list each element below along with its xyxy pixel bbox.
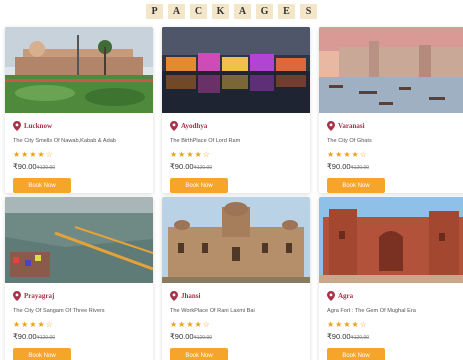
heading-letter: S xyxy=(300,4,317,19)
book-now-button[interactable]: Book Now xyxy=(327,178,385,193)
map-pin-icon xyxy=(13,291,21,301)
package-price: ₹90.00₹120.00 xyxy=(13,162,146,171)
package-city: Agra xyxy=(338,292,354,300)
package-card-agra: Agra Agra Fort : The Gem Of Mughal Era ★… xyxy=(319,197,463,360)
package-image-ayodhya xyxy=(162,27,310,113)
book-now-button[interactable]: Book Now xyxy=(13,178,71,193)
package-price: ₹90.00₹120.00 xyxy=(170,332,303,341)
map-pin-icon xyxy=(13,121,21,131)
heading-letter: G xyxy=(256,4,273,19)
heading-letter: K xyxy=(212,4,229,19)
heading-letter: A xyxy=(234,4,251,19)
book-now-button[interactable]: Book Now xyxy=(170,348,228,360)
current-price: ₹90.00 xyxy=(170,332,194,341)
current-price: ₹90.00 xyxy=(170,162,194,171)
package-card-ayodhya: Ayodhya The BirthPlace Of Lord Ram ★★★★☆… xyxy=(162,27,310,193)
package-description: Agra Fort : The Gem Of Mughal Era xyxy=(327,308,416,314)
package-city: Ayodhya xyxy=(181,122,208,130)
section-heading: P A C K A G E S xyxy=(0,4,463,19)
rating-stars: ★★★★☆ xyxy=(13,320,54,329)
map-pin-icon xyxy=(327,121,335,131)
old-price: ₹120.00 xyxy=(36,335,56,341)
rating-stars: ★★★★☆ xyxy=(170,320,211,329)
rating-stars: ★★★★☆ xyxy=(327,150,368,159)
map-pin-icon xyxy=(170,121,178,131)
package-city: Lucknow xyxy=(24,122,53,130)
package-card-prayagraj: Prayagraj The City Of Sangam Of Three Ri… xyxy=(5,197,153,360)
book-now-button[interactable]: Book Now xyxy=(13,348,71,360)
package-card-varanasi: Varanasi The City Of Ghats ★★★★☆ ₹90.00₹… xyxy=(319,27,463,193)
old-price: ₹120.00 xyxy=(193,335,213,341)
current-price: ₹90.00 xyxy=(327,162,351,171)
heading-letter: C xyxy=(190,4,207,19)
heading-letter: A xyxy=(168,4,185,19)
package-city: Jhansi xyxy=(181,292,201,300)
package-price: ₹90.00₹120.00 xyxy=(170,162,303,171)
package-image-varanasi xyxy=(319,27,463,113)
package-price: ₹90.00₹120.00 xyxy=(13,332,146,341)
package-city: Prayagraj xyxy=(24,292,55,300)
map-pin-icon xyxy=(170,291,178,301)
package-card-lucknow: Lucknow The City Smells Of Nawab,Kabab &… xyxy=(5,27,153,193)
package-description: The WorkPlace Of Rani Laxmi Bai xyxy=(170,308,255,314)
book-now-button[interactable]: Book Now xyxy=(327,348,385,360)
rating-stars: ★★★★☆ xyxy=(170,150,211,159)
package-description: The City Of Ghats xyxy=(327,138,372,144)
package-city: Varanasi xyxy=(338,122,365,130)
package-image-lucknow xyxy=(5,27,153,113)
package-description: The City Smells Of Nawab,Kabab & Adab xyxy=(13,138,116,144)
old-price: ₹120.00 xyxy=(350,335,370,341)
current-price: ₹90.00 xyxy=(13,332,37,341)
current-price: ₹90.00 xyxy=(13,162,37,171)
package-card-jhansi: Jhansi The WorkPlace Of Rani Laxmi Bai ★… xyxy=(162,197,310,360)
heading-letter: P xyxy=(146,4,163,19)
old-price: ₹120.00 xyxy=(36,165,56,171)
package-image-prayagraj xyxy=(5,197,153,283)
old-price: ₹120.00 xyxy=(350,165,370,171)
package-image-jhansi xyxy=(162,197,310,283)
heading-letter: E xyxy=(278,4,295,19)
package-price: ₹90.00₹120.00 xyxy=(327,162,460,171)
package-image-agra xyxy=(319,197,463,283)
package-description: The BirthPlace Of Lord Ram xyxy=(170,138,241,144)
rating-stars: ★★★★☆ xyxy=(327,320,368,329)
old-price: ₹120.00 xyxy=(193,165,213,171)
book-now-button[interactable]: Book Now xyxy=(170,178,228,193)
package-price: ₹90.00₹120.00 xyxy=(327,332,460,341)
map-pin-icon xyxy=(327,291,335,301)
current-price: ₹90.00 xyxy=(327,332,351,341)
package-description: The City Of Sangam Of Three Rivers xyxy=(13,308,105,314)
rating-stars: ★★★★☆ xyxy=(13,150,54,159)
